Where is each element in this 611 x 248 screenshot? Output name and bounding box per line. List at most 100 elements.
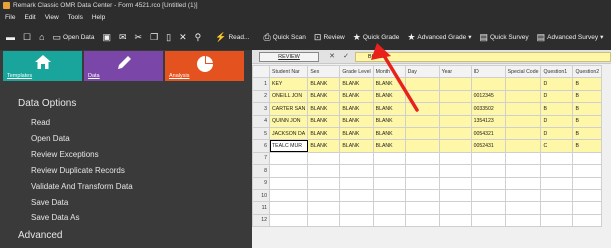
grid-cell[interactable]	[572, 151, 603, 166]
row-number[interactable]: 5	[252, 126, 270, 141]
grid-cell[interactable]	[438, 176, 472, 190]
grid-cell[interactable]: B	[572, 126, 603, 141]
grid-cell[interactable]: TEALC MUR	[268, 139, 309, 153]
table-row[interactable]: 9	[252, 176, 603, 190]
advanced-survey-button[interactable]: ▤ Advanced Survey ▾	[534, 31, 607, 44]
grid-cell[interactable]	[339, 201, 374, 215]
grid-cell[interactable]: BLANK	[372, 89, 406, 104]
grid-cell[interactable]: BLANK	[339, 126, 374, 141]
paste-button[interactable]: ▯	[163, 31, 174, 44]
grid-cell[interactable]	[470, 176, 506, 190]
column-header[interactable]: Day	[404, 64, 440, 79]
grid-cell[interactable]: B	[572, 89, 603, 104]
tile-data[interactable]: Data	[84, 51, 163, 81]
grid-cell[interactable]	[404, 176, 440, 190]
grid-cell[interactable]	[372, 151, 406, 166]
menu-tools[interactable]: Tools	[68, 14, 83, 21]
grid-cell[interactable]	[372, 164, 406, 178]
table-row[interactable]: 8	[252, 164, 603, 178]
grid-cell[interactable]	[438, 139, 472, 153]
grid-cell[interactable]: B	[540, 102, 574, 116]
new-button[interactable]: ☐	[20, 31, 34, 44]
grid-cell[interactable]	[572, 176, 603, 190]
grid-cell[interactable]	[438, 201, 472, 215]
grid-cell[interactable]	[404, 201, 440, 215]
column-header[interactable]: ID	[470, 64, 506, 79]
grid-cell[interactable]	[372, 213, 406, 228]
nav-read[interactable]: Read	[31, 118, 50, 127]
grid-cell[interactable]	[438, 213, 472, 228]
grid-cell[interactable]	[307, 164, 341, 178]
grid-cell[interactable]: ONEILL JON	[268, 89, 309, 104]
column-header[interactable]: Month	[372, 64, 406, 79]
grid-cell[interactable]	[268, 151, 309, 166]
column-header[interactable]: Sex	[307, 64, 341, 79]
grid-cell[interactable]	[504, 176, 542, 190]
grid-cell[interactable]	[470, 77, 506, 91]
grid-cell[interactable]	[504, 164, 542, 178]
grid-cell[interactable]: C	[540, 139, 574, 153]
grid-cell[interactable]	[404, 114, 440, 128]
grid-cell[interactable]	[540, 176, 574, 190]
grid-cell[interactable]: BLANK	[372, 102, 406, 116]
save-button[interactable]: ▣	[99, 31, 114, 44]
grid-cell[interactable]	[540, 151, 574, 166]
grid-cell[interactable]: BLANK	[307, 114, 341, 128]
grid-cell[interactable]: D	[540, 126, 574, 141]
grid-cell[interactable]: B	[572, 77, 603, 91]
grid-cell[interactable]	[504, 151, 542, 166]
grid-cell[interactable]: D	[540, 114, 574, 128]
table-row[interactable]: 6 TEALC MUR BLANK BLANK BLANK 0052431 C B	[252, 139, 603, 153]
grid-cell[interactable]	[438, 188, 472, 203]
table-row[interactable]: 1 KEY BLANK BLANK BLANK D B	[252, 77, 603, 91]
column-header[interactable]: Question1	[540, 64, 574, 79]
grid-cell[interactable]: B	[572, 102, 603, 116]
grid-cell[interactable]: B	[572, 139, 603, 153]
grid-cell[interactable]	[504, 114, 542, 128]
grid-review-button[interactable]: REVIEW	[259, 52, 319, 62]
grid-cell[interactable]: BLANK	[372, 126, 406, 141]
table-row[interactable]: 4 QUINN JON BLANK BLANK BLANK 1354123 D B	[252, 114, 603, 128]
grid-cell[interactable]	[572, 213, 603, 228]
row-number[interactable]: 7	[252, 151, 270, 166]
grid-cell[interactable]: 0012345	[470, 89, 506, 104]
find-button[interactable]: ⚲	[192, 31, 205, 44]
open-data-button[interactable]: ▭ Open Data	[50, 31, 98, 44]
column-header[interactable]: Question2	[572, 64, 603, 79]
grid-cell[interactable]	[268, 164, 309, 178]
grid-cell[interactable]	[372, 188, 406, 203]
row-number[interactable]: 8	[252, 164, 270, 178]
grid-cell[interactable]	[438, 77, 472, 91]
grid-cell[interactable]	[268, 213, 309, 228]
grid-cell[interactable]	[438, 151, 472, 166]
nav-save-data-as[interactable]: Save Data As	[31, 213, 79, 222]
grid-cell[interactable]	[504, 77, 542, 91]
grid-cell[interactable]	[438, 126, 472, 141]
grid-cell[interactable]	[307, 201, 341, 215]
row-number[interactable]: 3	[252, 102, 270, 116]
grid-cell[interactable]	[504, 139, 542, 153]
grid-cell[interactable]	[504, 188, 542, 203]
tile-analysis[interactable]: Analysis	[165, 51, 244, 81]
grid-cell[interactable]	[307, 213, 341, 228]
grid-cell[interactable]: BLANK	[372, 139, 406, 153]
grid-cell[interactable]	[339, 151, 374, 166]
grid-cell[interactable]	[307, 151, 341, 166]
table-row[interactable]: 11	[252, 201, 603, 215]
grid-cell[interactable]	[572, 201, 603, 215]
table-row[interactable]: 7	[252, 151, 603, 166]
grid-cell[interactable]	[404, 139, 440, 153]
grid-cell[interactable]: JACKSON DA	[268, 126, 309, 141]
row-number[interactable]: 9	[252, 176, 270, 190]
grid-cell[interactable]	[540, 164, 574, 178]
table-row[interactable]: 5 JACKSON DA BLANK BLANK BLANK 0054321 D B	[252, 126, 603, 141]
grid-cell[interactable]: D	[540, 89, 574, 104]
table-row[interactable]: 10	[252, 188, 603, 203]
grid-cell[interactable]	[438, 114, 472, 128]
grid-cell[interactable]	[470, 151, 506, 166]
email-button[interactable]: ✉	[116, 31, 130, 44]
quick-scan-button[interactable]: ⎙ Quick Scan	[260, 31, 308, 44]
grid-cell[interactable]: CARTER SAN	[268, 102, 309, 116]
grid-cell[interactable]: 0033502	[470, 102, 506, 116]
grid-cell[interactable]: 0054321	[470, 126, 506, 141]
